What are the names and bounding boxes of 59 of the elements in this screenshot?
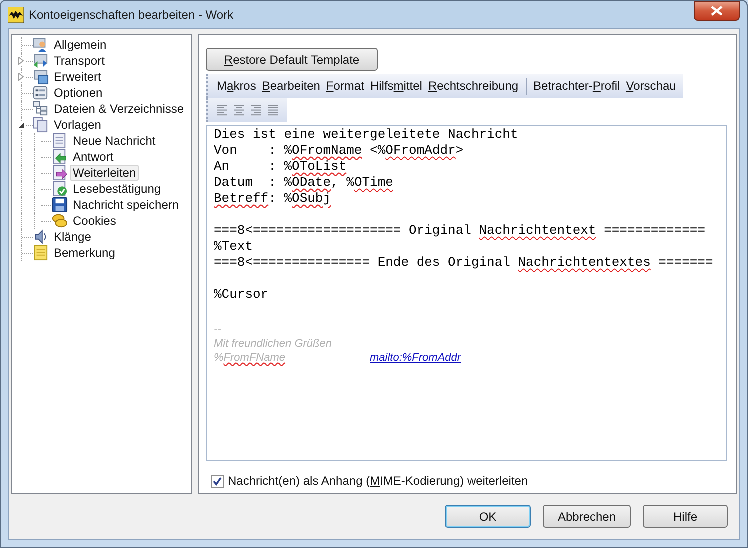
template-line: ===8<=============== Ende des Original Nachrichtentextes ======= bbox=[214, 255, 714, 271]
note-icon bbox=[33, 245, 49, 261]
template-line: %Cursor bbox=[214, 287, 269, 303]
coins-icon bbox=[52, 213, 68, 229]
template-line: Von : %OFromName <%OFromAddr> bbox=[214, 143, 464, 159]
tree-item[interactable]: Vorlagen bbox=[51, 117, 104, 133]
dialog-button[interactable]: OK bbox=[445, 505, 531, 528]
tree-item[interactable]: Klänge bbox=[51, 229, 94, 245]
tree-item[interactable]: Erweitert bbox=[51, 69, 104, 85]
menu-item[interactable]: Vorschau bbox=[623, 77, 680, 95]
app-logo-icon bbox=[8, 6, 24, 22]
tree-item[interactable]: Dateien & Verzeichnisse bbox=[51, 101, 188, 117]
page-check-icon bbox=[52, 181, 68, 197]
tree-item[interactable]: Allgemein bbox=[51, 37, 110, 53]
dialog-button[interactable]: Hilfe bbox=[643, 505, 728, 528]
align-right-icon[interactable] bbox=[250, 103, 262, 117]
template-line: Betreff: %OSubj bbox=[214, 191, 332, 207]
close-button[interactable] bbox=[694, 1, 740, 21]
menu-item[interactable]: Makros bbox=[214, 77, 260, 95]
attach-checkbox[interactable] bbox=[211, 474, 224, 488]
tree-item[interactable]: Cookies bbox=[70, 213, 120, 229]
signature-separator: -- bbox=[214, 323, 222, 337]
template-line: Dies ist eine weitergeleitete Nachricht bbox=[214, 127, 518, 143]
page-icon bbox=[52, 133, 68, 149]
align-left-icon[interactable] bbox=[216, 103, 228, 117]
tree-item[interactable]: Optionen bbox=[51, 85, 106, 101]
folder-tree-icon bbox=[33, 101, 49, 117]
template-line: %Text bbox=[214, 239, 254, 255]
attach-checkbox-label[interactable]: Nachricht(en) als Anhang (MIME-Kodierung) weiterleiten bbox=[228, 472, 528, 490]
tree-item[interactable]: Weiterleiten bbox=[70, 165, 140, 181]
person-card-icon bbox=[33, 37, 49, 53]
pages-icon bbox=[33, 117, 49, 133]
tree-item[interactable]: Bemerkung bbox=[51, 245, 118, 261]
template-line: ===8<=================== Original Nachrichtentext ============= bbox=[214, 223, 706, 239]
tree-item[interactable]: Lesebestätigung bbox=[70, 181, 164, 197]
menu-item[interactable]: Rechtschreibung bbox=[425, 77, 522, 95]
align-justify-icon[interactable] bbox=[267, 103, 279, 117]
restore-default-button[interactable]: Restore Default Template bbox=[206, 48, 378, 71]
mailto-link[interactable]: mailto:%FromAddr bbox=[370, 351, 462, 365]
menu-item[interactable]: Hilfsmittel bbox=[367, 77, 426, 95]
tree-item[interactable]: Nachricht speichern bbox=[70, 197, 182, 213]
tree-item[interactable]: Neue Nachricht bbox=[70, 133, 159, 149]
save-icon bbox=[52, 197, 68, 213]
menu-item[interactable]: Format bbox=[323, 77, 368, 95]
list-panel-icon bbox=[33, 85, 49, 101]
template-line: Datum : %ODate, %OTime bbox=[214, 175, 394, 191]
template-line: An : %OToList bbox=[214, 159, 347, 175]
window-title: Kontoeigenschaften bearbeiten - Work bbox=[29, 6, 234, 24]
signature-name: %FromFName bbox=[214, 351, 287, 365]
tree-item[interactable]: Antwort bbox=[70, 149, 117, 165]
menu-item[interactable]: Betrachter-Profil bbox=[530, 77, 624, 95]
close-icon bbox=[711, 6, 723, 16]
signature-greeting: Mit freundlichen Grüßen bbox=[214, 337, 332, 351]
tree-item[interactable]: Transport bbox=[51, 53, 108, 69]
template-editor[interactable] bbox=[206, 125, 727, 461]
speaker-icon bbox=[33, 229, 49, 245]
align-center-icon[interactable] bbox=[233, 103, 245, 117]
menu-item[interactable]: Bearbeiten bbox=[259, 77, 324, 95]
dialog-button[interactable]: Abbrechen bbox=[543, 505, 631, 528]
